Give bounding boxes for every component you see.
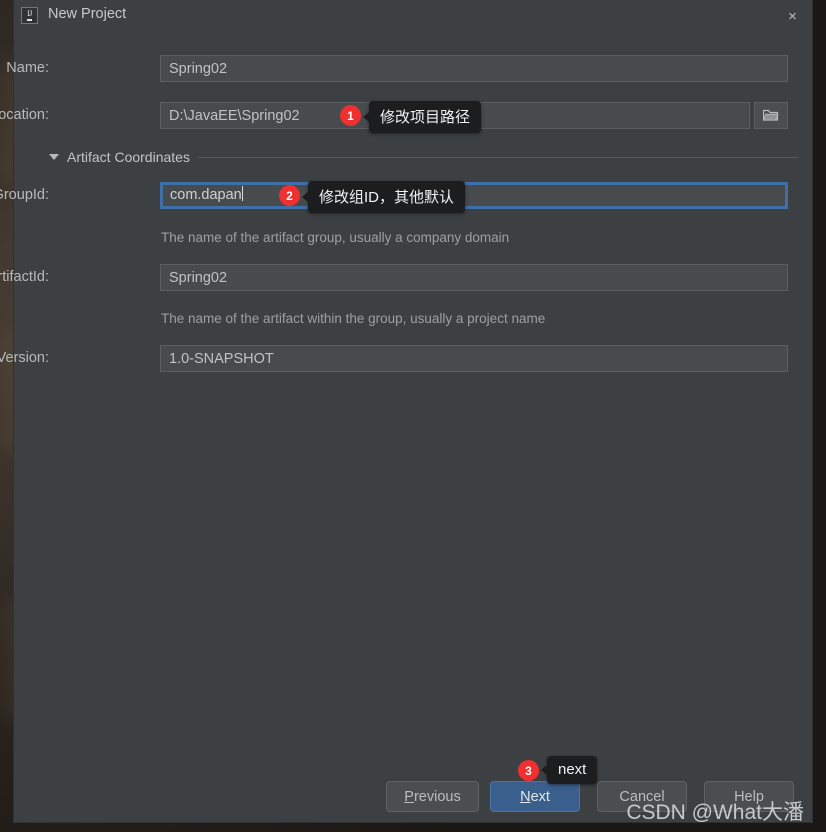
location-label: Location: (0, 107, 49, 123)
folder-icon (763, 109, 779, 121)
chevron-down-icon[interactable] (49, 154, 59, 160)
version-label: Version: (0, 350, 49, 366)
next-button[interactable]: Next (490, 781, 580, 812)
browse-folder-button[interactable] (754, 102, 788, 129)
group-id-hint: The name of the artifact group, usually … (161, 230, 510, 245)
next-label-post: ext (530, 788, 550, 805)
dialog-title-bar: IJ New Project × (14, 0, 812, 32)
section-label: Artifact Coordinates (67, 149, 190, 165)
new-project-dialog: IJ New Project × Name: Location: Artifac… (0, 0, 812, 824)
annotation-badge-1: 1 (340, 105, 361, 126)
text-caret (241, 186, 243, 201)
csdn-watermark: CSDN @What大潘 (626, 801, 804, 824)
annotation-tooltip-1: 修改项目路径 (362, 101, 482, 133)
artifact-id-input[interactable] (160, 264, 788, 291)
previous-mnemonic: P (404, 788, 414, 805)
artifact-coordinates-section-header[interactable]: Artifact Coordinates (49, 147, 798, 167)
name-input[interactable] (160, 55, 788, 82)
previous-button[interactable]: Previous (386, 781, 479, 812)
next-mnemonic: N (520, 788, 531, 805)
previous-label-post: revious (413, 788, 461, 805)
annotation-tooltip-2: 修改组ID，其他默认 (301, 181, 466, 213)
group-id-label: GroupId: (0, 187, 49, 203)
annotation-tooltip-3: next (540, 756, 598, 784)
group-id-input[interactable]: com.dapan (160, 182, 788, 209)
artifact-id-hint: The name of the artifact within the grou… (161, 311, 546, 326)
version-input[interactable] (160, 345, 788, 372)
logo-text: IJ (27, 10, 32, 21)
artifact-id-label: ArtifactId: (0, 269, 49, 285)
section-divider (197, 156, 798, 158)
intellij-idea-logo-icon: IJ (21, 7, 38, 24)
name-label: Name: (6, 60, 49, 76)
close-icon[interactable]: × (779, 3, 806, 29)
annotation-badge-2: 2 (279, 185, 300, 206)
annotation-badge-3: 3 (518, 760, 539, 781)
group-id-value: com.dapan (170, 187, 242, 203)
name-row: Name: (6, 55, 812, 82)
dialog-title: New Project (48, 6, 127, 22)
artifact-id-row: ArtifactId: (0, 264, 812, 291)
version-row: Version: (0, 345, 812, 372)
